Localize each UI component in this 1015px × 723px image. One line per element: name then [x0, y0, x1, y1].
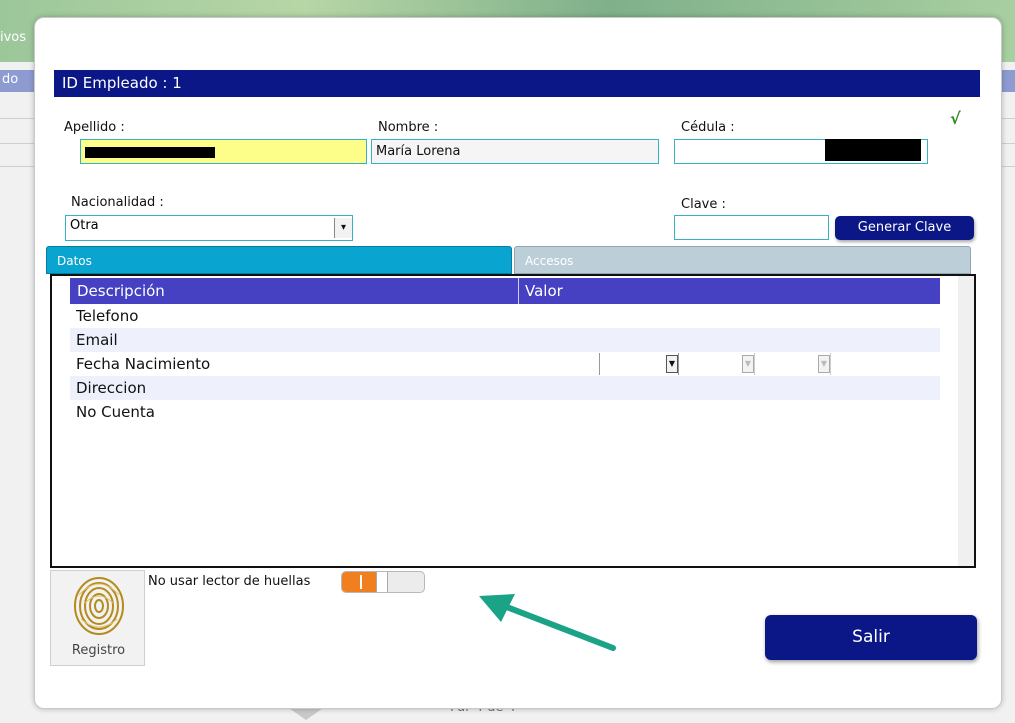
table-row[interactable]: Direccion [70, 376, 940, 400]
employee-id-value: 1 [172, 74, 182, 92]
nacionalidad-select[interactable]: Otra ▾ [65, 215, 353, 241]
fingerprint-register-label: Registro [71, 643, 126, 658]
apellido-redaction [85, 147, 215, 158]
apellido-label: Apellido : [64, 120, 125, 135]
row-label-direccion: Direccion [76, 379, 147, 397]
exit-button[interactable]: Salir [765, 615, 977, 660]
grid-header: Descripción Valor [70, 278, 940, 304]
chevron-down-icon[interactable]: ▼ [818, 355, 830, 373]
background-nav-fragment: ivos [0, 30, 27, 45]
date-picker-cell: ▼ ▼ ▼ [518, 352, 940, 376]
clave-field[interactable] [674, 215, 829, 240]
table-row[interactable]: Email [70, 328, 940, 352]
cedula-label: Cédula : [681, 120, 735, 135]
nacionalidad-label: Nacionalidad : [71, 195, 164, 210]
nombre-label: Nombre : [378, 120, 439, 135]
row-label-telefono: Telefono [76, 307, 139, 325]
table-row[interactable]: Fecha Nacimiento ▼ ▼ ▼ [70, 352, 940, 376]
column-separator [518, 278, 519, 304]
background-column-fragment: do [2, 72, 19, 87]
tab-accesos[interactable]: Accesos [514, 246, 971, 274]
toggle-knob[interactable] [376, 572, 388, 592]
month-select[interactable]: ▼ [679, 353, 755, 375]
day-select[interactable]: ▼ [599, 353, 679, 375]
employee-id-bar: ID Empleado : 1 [54, 70, 980, 97]
fingerprint-toggle-label: No usar lector de huellas [148, 574, 311, 589]
generate-password-button[interactable]: Generar Clave [835, 216, 974, 240]
grid-scrollbar[interactable] [958, 276, 974, 566]
row-label-email: Email [76, 331, 118, 349]
check-icon: √ [950, 109, 961, 128]
nombre-field[interactable]: María Lorena [371, 139, 659, 164]
toggle-on-mark [360, 575, 362, 589]
clave-label: Clave : [681, 197, 726, 212]
table-row[interactable]: No Cuenta [70, 400, 940, 424]
chevron-down-icon[interactable]: ▼ [742, 355, 754, 373]
column-header-valor[interactable]: Valor [525, 278, 563, 304]
cedula-redaction [825, 139, 921, 161]
fingerprint-reader-toggle[interactable] [341, 571, 425, 593]
chevron-down-icon[interactable]: ▾ [334, 218, 352, 238]
fingerprint-register-button[interactable]: Registro [50, 570, 145, 666]
column-header-descripcion[interactable]: Descripción [77, 278, 165, 304]
row-label-no-cuenta: No Cuenta [76, 403, 155, 421]
employee-id-label: ID Empleado : [62, 74, 168, 92]
row-label-fecha-nacimiento: Fecha Nacimiento [76, 355, 211, 373]
year-select[interactable]: ▼ [755, 353, 831, 375]
employee-modal: ID Empleado : 1 √ Apellido : Nombre : Ma… [34, 17, 1002, 709]
fingerprint-icon [74, 577, 124, 635]
table-row[interactable]: Telefono [70, 304, 940, 328]
tab-datos[interactable]: Datos [46, 246, 512, 274]
nacionalidad-value: Otra [70, 218, 99, 233]
chevron-down-icon[interactable]: ▼ [666, 355, 678, 373]
annotation-arrow-icon [479, 594, 616, 651]
employee-data-grid: Descripción Valor Telefono Email Fecha N… [50, 274, 976, 568]
